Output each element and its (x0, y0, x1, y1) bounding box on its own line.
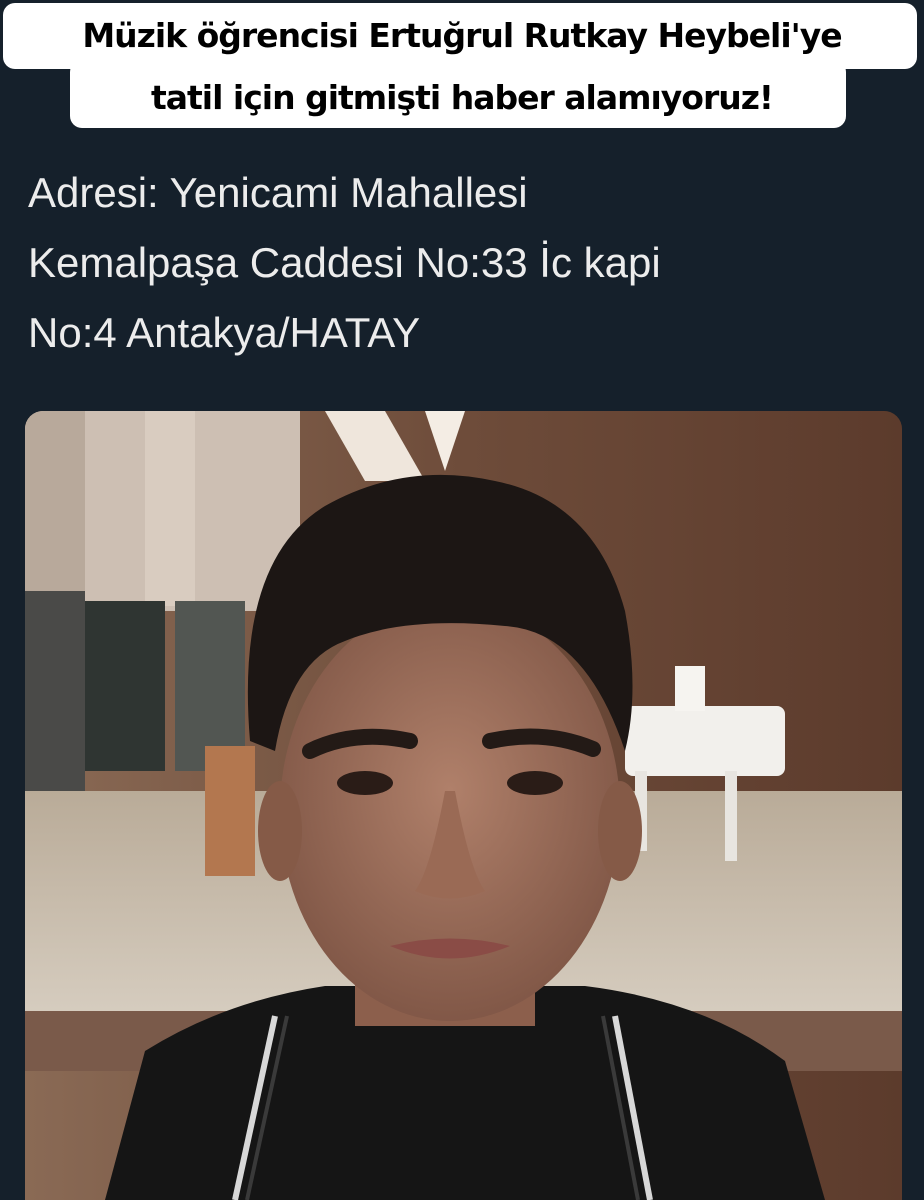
selfie-illustration (25, 411, 902, 1200)
tweet-line-address-1: Adresi: Yenicami Mahallesi (28, 169, 528, 216)
tweet-body: Adresi: Yenicami Mahallesi Kemalpaşa Cad… (28, 158, 908, 368)
tweet-line-address-2: Kemalpaşa Caddesi No:33 İc kapi (28, 239, 661, 286)
tweet-photo[interactable] (25, 411, 902, 1200)
caption-line-2: tatil için gitmişti haber alamıyoruz! (150, 78, 774, 117)
caption-line-1: Müzik öğrencisi Ertuğrul Rutkay Heybeli'… (82, 16, 842, 55)
tweet-line-address-3: No:4 Antakya/HATAY (28, 309, 421, 356)
caption-banner: Müzik öğrencisi Ertuğrul Rutkay Heybeli'… (0, 0, 924, 132)
